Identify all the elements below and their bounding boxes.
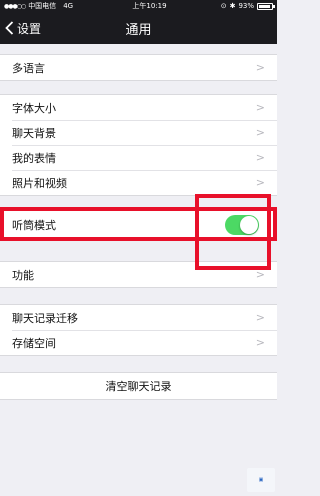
clear-chat-history-button[interactable]: 清空聊天记录 (0, 372, 277, 400)
lock-rotation-icon: ⊙ (220, 2, 227, 10)
chat-history-migration-row[interactable]: 聊天记录迁移 > (0, 305, 277, 330)
chat-background-row[interactable]: 聊天背景 > (0, 120, 277, 145)
my-stickers-label: 我的表情 (12, 151, 56, 165)
earpiece-mode-row: 听筒模式 (0, 210, 277, 240)
battery-fill (259, 4, 271, 8)
font-size-label: 字体大小 (12, 101, 56, 115)
signal-icon: ●●●○○ (4, 2, 26, 10)
battery-percent: 93% (238, 2, 254, 10)
language-row[interactable]: 多语言 > (0, 55, 277, 80)
chevron-right-icon: > (255, 311, 265, 324)
storage-group: 聊天记录迁移 > 存储空间 > (0, 304, 277, 356)
earpiece-mode-label: 听筒模式 (12, 219, 56, 232)
toggle-knob (240, 216, 258, 234)
features-row[interactable]: 功能 > (0, 262, 277, 287)
language-group: 多语言 > (0, 54, 277, 81)
chevron-right-icon: > (255, 176, 265, 189)
font-size-row[interactable]: 字体大小 > (0, 95, 277, 120)
back-label: 设置 (17, 21, 42, 36)
battery-icon (257, 2, 275, 10)
page-title: 通用 (125, 22, 152, 38)
features-label: 功能 (12, 268, 34, 282)
display-group: 字体大小 > 聊天背景 > 我的表情 > 照片和视频 > (0, 94, 277, 196)
earpiece-mode-toggle[interactable] (225, 215, 259, 235)
status-time: 上午10:19 (132, 2, 167, 10)
storage-space-row[interactable]: 存储空间 > (0, 330, 277, 355)
nav-bar: 设置 通用 (0, 12, 277, 44)
chat-history-migration-label: 聊天记录迁移 (12, 311, 78, 325)
storage-space-label: 存储空间 (12, 336, 56, 350)
carrier-label: 中国电信 (28, 2, 57, 10)
features-group: 功能 > (0, 261, 277, 288)
status-right: ⊙ ✱ 93% (203, 2, 275, 10)
chevron-right-icon: > (255, 126, 265, 139)
chevron-right-icon: > (255, 336, 265, 349)
chevron-right-icon: > (255, 61, 265, 74)
photos-videos-row[interactable]: 照片和视频 > (0, 170, 277, 195)
network-label: 4G (63, 2, 74, 10)
chevron-right-icon: > (255, 268, 265, 281)
watermark-logo: ▣ (247, 468, 275, 492)
status-bar: ●●●○○ 中国电信 4G 上午10:19 ⊙ ✱ 93% (0, 0, 277, 12)
chevron-left-icon (5, 21, 14, 35)
chevron-right-icon: > (255, 151, 265, 164)
chevron-right-icon: > (255, 101, 265, 114)
bluetooth-icon: ✱ (229, 2, 236, 10)
back-button[interactable]: 设置 (5, 12, 41, 44)
language-label: 多语言 (12, 61, 45, 75)
my-stickers-row[interactable]: 我的表情 > (0, 145, 277, 170)
chat-background-label: 聊天背景 (12, 126, 56, 140)
earpiece-group: 听筒模式 (0, 209, 277, 240)
photos-videos-label: 照片和视频 (12, 176, 67, 190)
